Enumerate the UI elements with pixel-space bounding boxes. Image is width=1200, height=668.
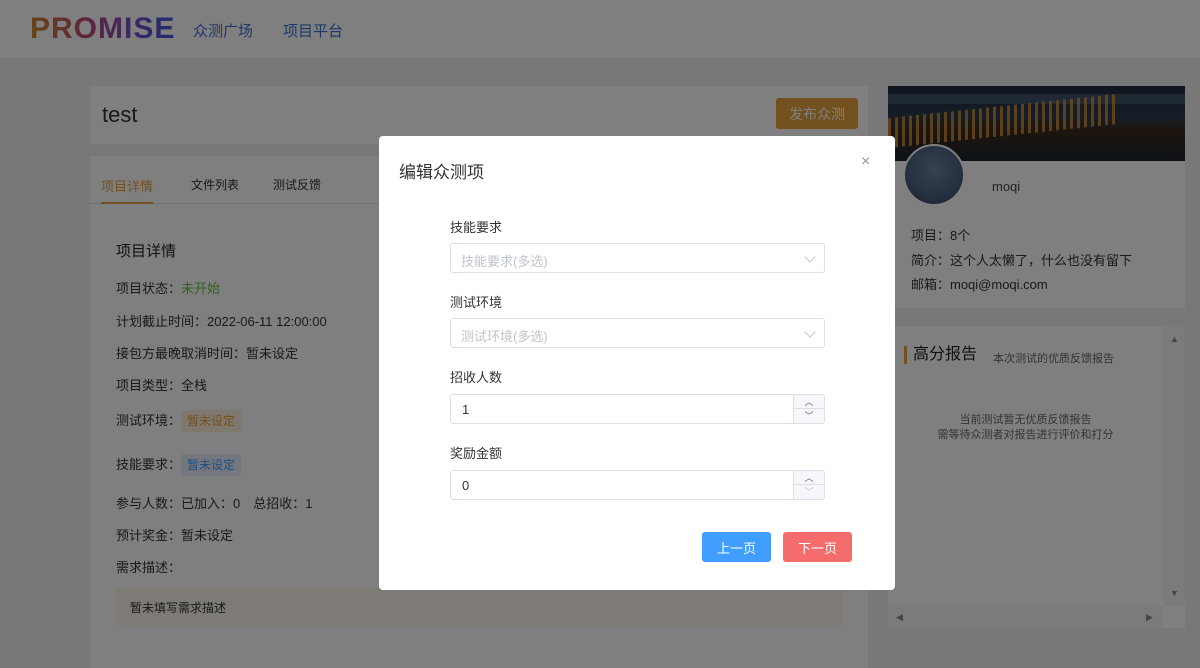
reward-amount-value[interactable]: 0 (462, 478, 469, 493)
increase-icon[interactable]: ︿ (794, 395, 824, 409)
edit-crowdtest-dialog: 编辑众测项 × 技能要求 技能要求(多选) 测试环境 测试环境(多选) 招收人数… (379, 136, 895, 590)
decrease-icon[interactable]: ﹀ (794, 485, 824, 499)
prev-page-button[interactable]: 上一页 (702, 532, 771, 562)
skill-placeholder: 技能要求(多选) (461, 254, 548, 269)
close-icon[interactable]: × (861, 153, 870, 171)
env-multiselect[interactable]: 测试环境(多选) (450, 318, 825, 348)
decrease-icon[interactable]: ﹀ (794, 409, 824, 423)
recruit-stepper: ︿ ﹀ (793, 395, 824, 423)
recruit-count-input[interactable]: 1 ︿ ﹀ (450, 394, 825, 424)
reward-stepper: ︿ ﹀ (793, 471, 824, 499)
env-placeholder: 测试环境(多选) (461, 329, 548, 344)
chevron-down-icon (804, 326, 816, 338)
env-field-label: 测试环境 (450, 295, 503, 310)
next-page-button[interactable]: 下一页 (783, 532, 852, 562)
recruit-field-label: 招收人数 (450, 370, 503, 385)
skill-field-label: 技能要求 (450, 220, 503, 235)
skill-multiselect[interactable]: 技能要求(多选) (450, 243, 825, 273)
recruit-count-value[interactable]: 1 (462, 402, 469, 417)
reward-field-label: 奖励金额 (450, 446, 503, 461)
reward-amount-input[interactable]: 0 ︿ ﹀ (450, 470, 825, 500)
dialog-title: 编辑众测项 (399, 163, 484, 182)
chevron-down-icon (804, 251, 816, 263)
increase-icon[interactable]: ︿ (794, 471, 824, 485)
